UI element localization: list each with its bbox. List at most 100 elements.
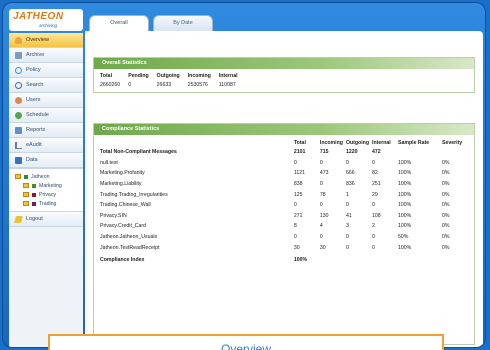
logout-button[interactable]: Logout: [9, 212, 83, 227]
schedule-icon: [15, 111, 22, 119]
sidebar-item-label: Reports: [26, 127, 46, 133]
sidebar-item-data[interactable]: Data: [9, 153, 83, 168]
cell-sample-rate: 100%: [398, 159, 412, 166]
cell-incoming: 0: [319, 202, 323, 209]
compliance-index-value: 100%: [293, 257, 308, 264]
logout-icon: [14, 215, 23, 223]
folder-color-swatch: [32, 183, 36, 188]
table-row: Marketing.Liability 838 0 836 251 100% 0%: [100, 179, 468, 190]
audit-icon: [15, 141, 22, 149]
summary-incoming: 715: [319, 149, 329, 156]
folder-privacy[interactable]: Privacy: [9, 190, 83, 199]
sidebar-item-label: Schedule: [26, 112, 49, 118]
sidebar-item-label: Overview: [26, 37, 49, 43]
cell-severity: 0%: [442, 159, 450, 166]
sidebar-item-label: Policy: [26, 67, 41, 73]
folder-marketing[interactable]: Marketing: [9, 181, 83, 190]
sidebar-item-policy[interactable]: Policy: [9, 63, 83, 78]
cell-internal: 0: [372, 244, 375, 251]
panel-body: Total Pending Outgoing Incoming Internal…: [94, 69, 474, 92]
cell-total: 8: [293, 223, 297, 230]
sidebar-item-label: Data: [26, 157, 38, 163]
column-header: Severity: [442, 139, 463, 146]
jatheon-logo: JATHEON archiving: [9, 9, 83, 31]
cell-policy-name: Marketing.Liability: [100, 181, 142, 188]
cell-outgoing: 0: [345, 234, 349, 241]
sidebar-item-label: Users: [26, 97, 41, 103]
cell-total: 1121: [293, 170, 306, 177]
sidebar-item-reports[interactable]: Reports: [9, 123, 83, 138]
tab-overall[interactable]: Overall: [89, 15, 149, 31]
reports-icon: [15, 126, 22, 134]
compliance-index-label: Compliance Index: [100, 257, 145, 264]
users-icon: [15, 96, 22, 104]
cell-policy-name: Marketing.Profanity: [100, 170, 145, 177]
brand-name: JATHEON: [13, 11, 64, 22]
cell-incoming: 130: [319, 212, 329, 219]
brand-tagline: archiving: [39, 23, 58, 28]
cell-severity: 0%: [442, 191, 450, 198]
cell-sample-rate: 100%: [398, 212, 412, 219]
cell-outgoing: 1: [345, 191, 349, 198]
folder-icon: [15, 174, 21, 179]
sidebar-item-overview[interactable]: Overview: [9, 33, 83, 48]
cell-incoming: 4: [319, 223, 323, 230]
sidebar-item-archive[interactable]: Archive: [9, 48, 83, 63]
compliance-statistics-table: Total Incoming Outgoing Internal Sample …: [100, 139, 468, 264]
cell-sample-rate: 100%: [398, 244, 412, 251]
cell-incoming: 2530576: [187, 82, 208, 88]
table-row: null.test 0 0 0 0 100% 0%: [100, 158, 468, 169]
cell-sample-rate: 100%: [398, 202, 412, 209]
sidebar-item-users[interactable]: Users: [9, 93, 83, 108]
cell-sample-rate: 50%: [398, 234, 409, 241]
folder-jatheon[interactable]: Jatheon: [9, 172, 83, 181]
cell-outgoing: 3: [345, 223, 349, 230]
folder-label: Jatheon: [31, 173, 50, 180]
summary-sample-rate: [398, 147, 442, 158]
cell-severity: 0%: [442, 244, 450, 251]
compliance-index-row: Compliance Index 100%: [100, 253, 468, 264]
column-header: Outgoing: [156, 73, 180, 79]
table-row: Privacy.SIN 271 130 41 108 100% 0%: [100, 211, 468, 222]
sidebar-item-search[interactable]: Search: [9, 78, 83, 93]
sidebar-item-eaudit[interactable]: eAudit: [9, 138, 83, 153]
folder-label: Privacy: [39, 191, 57, 198]
folder-trading[interactable]: Trading: [9, 199, 83, 208]
cell-incoming: 78: [319, 191, 326, 198]
column-header: Incoming: [319, 139, 343, 146]
folder-color-swatch: [32, 201, 36, 206]
tab-by-date[interactable]: By Date: [153, 15, 213, 31]
column-header: Sample Rate: [398, 139, 430, 146]
sidebar: Overview Archive Policy Search Users Sch…: [9, 33, 83, 347]
table-header-row: Total Incoming Outgoing Internal Sample …: [100, 139, 468, 147]
table-header-row: Total Pending Outgoing Incoming Internal: [100, 73, 246, 82]
search-icon: [15, 81, 22, 89]
sidebar-item-schedule[interactable]: Schedule: [9, 108, 83, 123]
cell-total: 0: [293, 202, 297, 209]
sidebar-item-label: eAudit: [26, 142, 42, 148]
policy-icon: [15, 66, 22, 74]
main-content: Overall Statistics Total Pending Outgoin…: [85, 31, 483, 347]
cell-policy-name: null.test: [100, 159, 118, 166]
archive-icon: [15, 51, 22, 59]
cell-outgoing: 836: [345, 181, 355, 188]
folder-icon: [23, 201, 29, 206]
app-window: JATHEON archiving Overall By Date Overvi…: [2, 2, 486, 348]
cell-outgoing: 0: [345, 244, 349, 251]
folder-label: Marketing: [39, 182, 62, 189]
table-row: Marketing.Profanity 1121 473 666 82 100% 0%: [100, 168, 468, 179]
overall-statistics-table: Total Pending Outgoing Incoming Internal…: [100, 73, 246, 88]
cell-severity: 0%: [442, 181, 450, 188]
cell-severity: 0%: [442, 170, 450, 177]
cell-severity: 0%: [442, 212, 450, 219]
table-row: Jatheon.Jatheon_Usuals 0 0 0 0 50% 0%: [100, 232, 468, 243]
caption-box: Overview: [48, 334, 444, 350]
sidebar-nav: Overview Archive Policy Search Users Sch…: [9, 33, 83, 168]
cell-total: 0: [293, 159, 297, 166]
cell-outgoing: 0: [345, 202, 349, 209]
cell-policy-name: Privacy.SIN: [100, 212, 127, 219]
column-header: Total: [100, 73, 113, 79]
sidebar-item-label: Archive: [26, 52, 45, 58]
cell-outgoing: 0: [345, 159, 349, 166]
column-header: Outgoing: [345, 139, 369, 146]
